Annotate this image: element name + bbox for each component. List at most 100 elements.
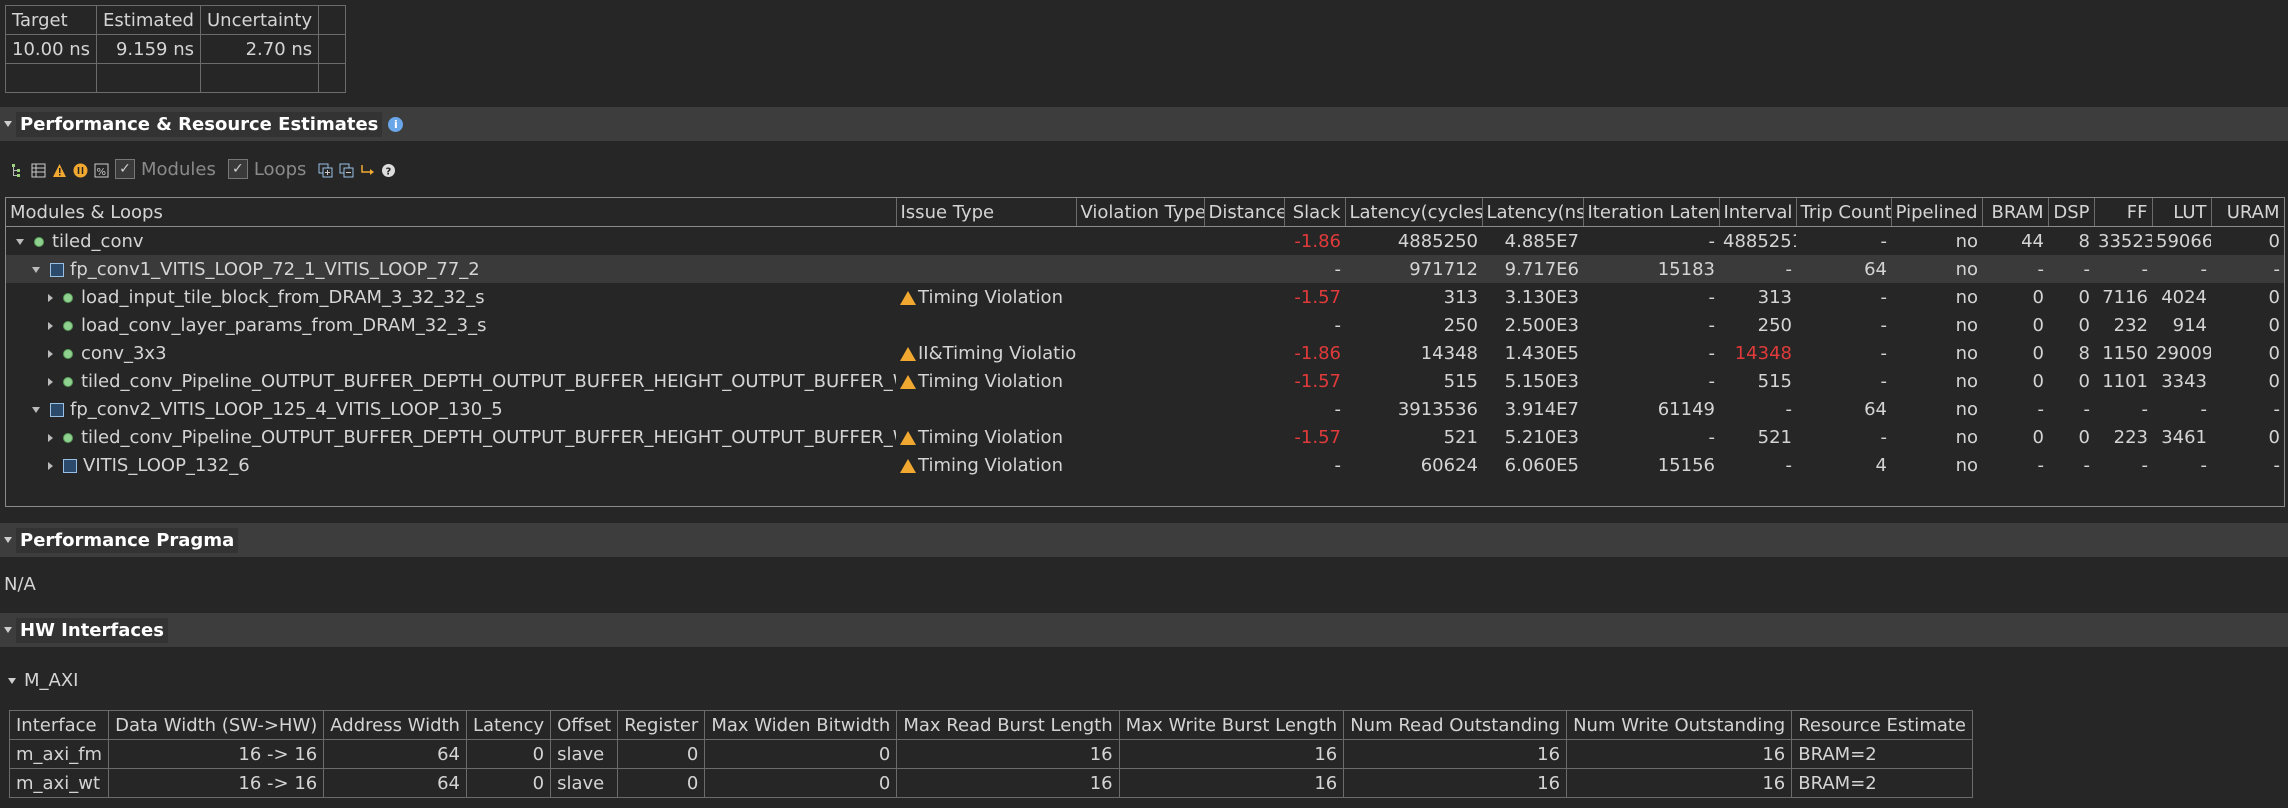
interface-cell: 64 [323, 739, 467, 769]
svg-text:%: % [97, 167, 107, 178]
col-header-register[interactable]: Register [617, 710, 706, 740]
module-row[interactable]: conv_3x3 II&Timing Violation -1.86 14348 1.4… [6, 339, 2284, 367]
collapsed-arrow-icon[interactable] [48, 349, 53, 358]
collapse-icon[interactable] [4, 537, 12, 543]
module-cell-dsp: - [2083, 454, 2091, 476]
module-cell-dsp: 0 [2078, 286, 2090, 308]
module-name-cell[interactable]: tiled_conv [6, 227, 896, 256]
ii-filter-icon[interactable] [73, 162, 88, 177]
module-cell-bram: 0 [2032, 314, 2044, 336]
module-row[interactable]: load_input_tile_block_from_DRAM_3_32_32_… [6, 283, 2284, 311]
module-row[interactable]: fp_conv1_VITIS_LOOP_72_1_VITIS_LOOP_77_2… [6, 255, 2284, 283]
module-cell-latc: 60624 [1420, 454, 1478, 476]
col-header-offset[interactable]: Offset [550, 710, 619, 740]
expanded-arrow-icon[interactable] [32, 406, 40, 413]
module-cell-viol [1076, 395, 1204, 423]
col-header-max-read-burst[interactable]: Max Read Burst Length [896, 710, 1120, 740]
col-header-latency-ns[interactable]: Latency(ns) [1482, 198, 1584, 227]
col-header-num-write-outstanding[interactable]: Num Write Outstanding [1566, 710, 1793, 740]
module-cell-uram: 0 [2268, 342, 2280, 364]
table-view-icon[interactable] [31, 162, 46, 177]
collapsed-arrow-icon[interactable] [48, 461, 53, 470]
module-name-cell[interactable]: fp_conv1_VITIS_LOOP_72_1_VITIS_LOOP_77_2 [6, 255, 896, 283]
col-header-issue[interactable]: Issue Type [896, 198, 1077, 227]
percent-icon[interactable]: % [94, 162, 109, 178]
module-row[interactable]: fp_conv2_VITIS_LOOP_125_4_VITIS_LOOP_130… [6, 395, 2284, 423]
module-name-cell[interactable]: load_input_tile_block_from_DRAM_3_32_32_… [6, 283, 896, 311]
tree-icon[interactable] [10, 162, 25, 177]
collapsed-arrow-icon[interactable] [48, 377, 53, 386]
col-header-num-read-outstanding[interactable]: Num Read Outstanding [1343, 710, 1568, 740]
module-cell-slack: - [1334, 454, 1342, 476]
module-row[interactable]: tiled_conv -1.86 4885250 4.885E7-4885251- no… [6, 227, 2284, 256]
collapsed-arrow-icon[interactable] [48, 321, 53, 330]
collapse-icon[interactable] [4, 121, 12, 127]
col-header-dsp[interactable]: DSP [2048, 198, 2095, 227]
loops-checkbox[interactable]: ✓ [227, 159, 248, 179]
section-hw-header[interactable]: HW Interfaces [0, 613, 2288, 647]
col-header-lut[interactable]: LUT [2152, 198, 2212, 227]
timing-cell-empty [318, 63, 347, 93]
maxi-group-header[interactable]: M_AXI [8, 670, 78, 691]
modules-checkbox[interactable]: ✓ [115, 159, 135, 179]
module-cell-dsp: - [2048, 255, 2094, 283]
module-cell-issue: Timing Violation [896, 451, 1076, 479]
col-header-modules[interactable]: Modules & Loops [6, 198, 897, 227]
col-header-trip-count[interactable]: Trip Count [1796, 198, 1892, 227]
module-cell-uram: - [2273, 398, 2281, 420]
col-header-max-widen[interactable]: Max Widen Bitwidth [704, 710, 898, 740]
col-header-max-write-burst[interactable]: Max Write Burst Length [1118, 710, 1345, 740]
module-cell-ff: - [2141, 398, 2149, 420]
module-name-cell[interactable]: load_conv_layer_params_from_DRAM_32_3_s [6, 311, 896, 339]
col-header-uram[interactable]: URAM [2211, 198, 2284, 227]
module-name-cell[interactable]: conv_3x3 [6, 339, 896, 367]
module-row[interactable]: VITIS_LOOP_132_6 Timing Violation - 60624 6.… [6, 451, 2284, 479]
col-header-latency-cycles[interactable]: Latency(cycles) [1345, 198, 1483, 227]
module-row[interactable]: tiled_conv_Pipeline_OUTPUT_BUFFER_DEPTH_… [6, 367, 2284, 395]
col-header-iteration-latency[interactable]: Iteration Latency [1583, 198, 1720, 227]
module-row[interactable]: tiled_conv_Pipeline_OUTPUT_BUFFER_DEPTH_… [6, 423, 2284, 451]
col-header-ff[interactable]: FF [2094, 198, 2153, 227]
col-header-latency[interactable]: Latency [465, 710, 552, 740]
expanded-arrow-icon[interactable] [16, 238, 24, 245]
module-cell-dist [1204, 367, 1284, 395]
section-pragma-header[interactable]: Performance Pragma [0, 523, 2288, 557]
module-cell-latns: 2.500E3 [1504, 314, 1579, 336]
maxi-label: M_AXI [24, 670, 79, 691]
col-header-pipelined[interactable]: Pipelined [1891, 198, 1983, 227]
module-name-cell[interactable]: tiled_conv_Pipeline_OUTPUT_BUFFER_DEPTH_… [6, 367, 896, 395]
col-header-address-width[interactable]: Address Width [323, 710, 467, 740]
module-cell-dsp: 8 [2078, 230, 2090, 252]
col-header-data-width[interactable]: Data Width (SW->HW) [108, 710, 325, 740]
collapse-icon[interactable] [4, 627, 12, 633]
help-icon[interactable]: ? [381, 162, 396, 177]
collapsed-arrow-icon[interactable] [48, 433, 53, 442]
collapsed-arrow-icon[interactable] [48, 293, 53, 302]
collapse-icon[interactable] [8, 677, 16, 684]
module-row[interactable]: load_conv_layer_params_from_DRAM_32_3_s -… [6, 311, 2284, 339]
col-header-violation[interactable]: Violation Type [1076, 198, 1205, 227]
col-header-interface[interactable]: Interface [8, 710, 110, 740]
col-header-bram[interactable]: BRAM [1982, 198, 2049, 227]
interface-row[interactable]: m_axi_wt 16 -> 16 64 0 slave 0 0 16 16 16 16 BRAM=2 [8, 768, 1974, 798]
expanded-arrow-icon[interactable] [32, 266, 40, 273]
module-name-cell[interactable]: fp_conv2_VITIS_LOOP_125_4_VITIS_LOOP_130… [6, 395, 896, 423]
section-perf-header[interactable]: Performance & Resource Estimates i [0, 107, 2288, 141]
col-header-distance[interactable]: Distance [1204, 198, 1285, 227]
expand-all-icon[interactable] [318, 162, 333, 177]
module-cell-dist [1204, 423, 1284, 451]
interface-row[interactable]: m_axi_fm 16 -> 16 64 0 slave 0 0 16 16 16 16 BRAM=2 [8, 739, 1974, 769]
col-header-resource-estimate[interactable]: Resource Estimate [1791, 710, 1974, 740]
warning-filter-icon[interactable] [52, 162, 67, 177]
module-cell-ff: - [2094, 255, 2152, 283]
module-name-cell[interactable]: tiled_conv_Pipeline_OUTPUT_BUFFER_DEPTH_… [6, 423, 896, 451]
module-cell-lut: 914 [2172, 314, 2207, 336]
col-header-slack[interactable]: Slack [1284, 198, 1346, 227]
module-name-cell[interactable]: VITIS_LOOP_132_6 [6, 451, 896, 479]
collapse-all-icon[interactable] [339, 162, 354, 177]
goto-source-icon[interactable] [360, 162, 375, 177]
module-cell-lut: 3343 [2161, 370, 2207, 392]
col-header-interval[interactable]: Interval [1719, 198, 1797, 227]
module-cell-trip: - [1880, 314, 1888, 336]
info-icon[interactable]: i [388, 116, 404, 132]
